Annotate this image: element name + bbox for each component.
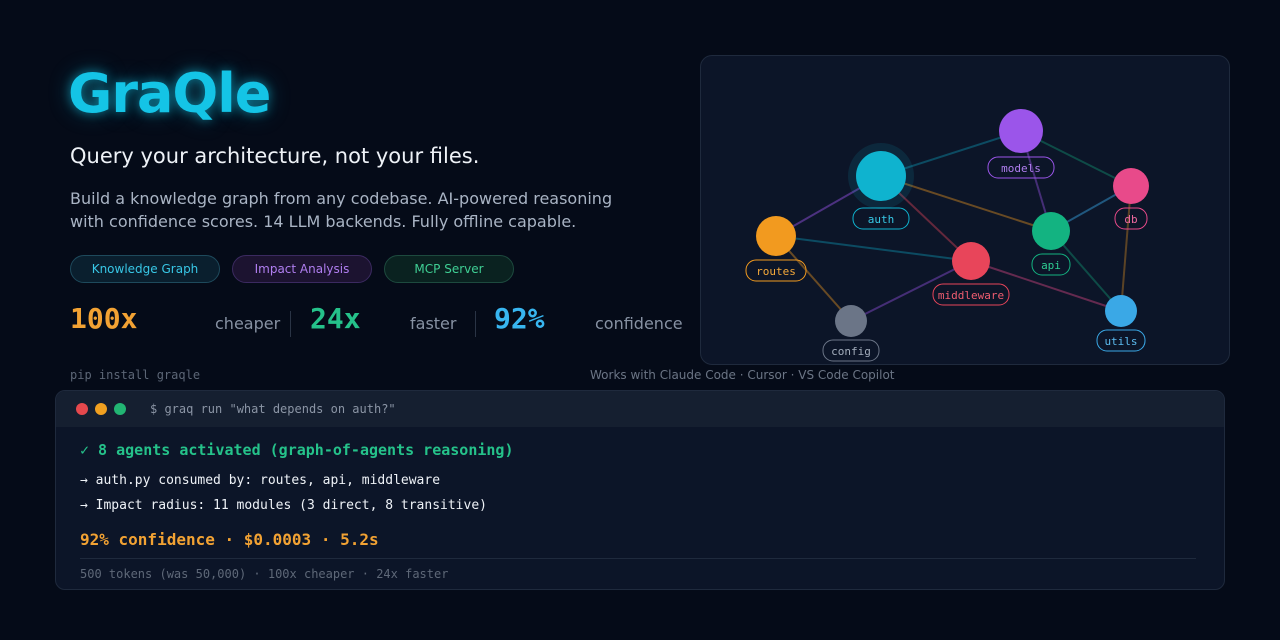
stat-cheaper-label: cheaper	[215, 314, 281, 333]
node-middleware-label: middleware	[938, 289, 1004, 302]
terminal-footer: 500 tokens (was 50,000) · 100x cheaper ·…	[80, 567, 449, 581]
knowledge-graph: auth models db api routes middleware uti…	[745, 109, 1149, 362]
node-config-label: config	[831, 345, 871, 358]
node-routes-label: routes	[756, 265, 796, 278]
close-dot-icon[interactable]	[76, 403, 88, 415]
pill-knowledge-graph[interactable]: Knowledge Graph	[70, 255, 220, 283]
node-middleware[interactable]	[952, 242, 990, 280]
stat-cheaper-value: 100x	[70, 302, 138, 335]
stat-divider	[475, 311, 476, 337]
node-db-label: db	[1124, 213, 1137, 226]
node-models[interactable]	[999, 109, 1043, 153]
node-auth[interactable]	[856, 151, 906, 201]
node-routes[interactable]	[756, 216, 796, 256]
terminal-impact: → Impact radius: 11 modules (3 direct, 8…	[80, 498, 487, 513]
node-models-label: models	[1001, 162, 1041, 175]
stat-divider	[290, 311, 291, 337]
node-db[interactable]	[1113, 168, 1149, 204]
terminal-window: $ graq run "what depends on auth?" ✓ 8 a…	[55, 390, 1225, 590]
graph-panel: auth models db api routes middleware uti…	[700, 55, 1230, 365]
node-utils-label: utils	[1104, 335, 1137, 348]
maximize-dot-icon[interactable]	[114, 403, 126, 415]
tagline: Query your architecture, not your files.	[70, 144, 480, 168]
stat-confidence-label: confidence	[595, 314, 683, 333]
node-api[interactable]	[1032, 212, 1070, 250]
graqle-logo: GraQle	[68, 62, 271, 125]
stat-confidence-value: 92%	[494, 302, 545, 335]
node-config[interactable]	[835, 305, 867, 337]
terminal-command: $ graq run "what depends on auth?"	[150, 402, 396, 416]
pill-impact-analysis[interactable]: Impact Analysis	[232, 255, 372, 283]
install-command[interactable]: pip install graqle	[70, 368, 200, 382]
node-utils[interactable]	[1105, 295, 1137, 327]
stat-faster-value: 24x	[310, 302, 361, 335]
edge-db-utils	[1120, 185, 1132, 312]
minimize-dot-icon[interactable]	[95, 403, 107, 415]
terminal-title-bar: $ graq run "what depends on auth?"	[56, 391, 1224, 427]
pill-mcp-server[interactable]: MCP Server	[384, 255, 514, 283]
description: Build a knowledge graph from any codebas…	[70, 189, 613, 231]
stat-faster-label: faster	[410, 314, 457, 333]
terminal-consumers: → auth.py consumed by: routes, api, midd…	[80, 473, 441, 488]
terminal-summary: 92% confidence · $0.0003 · 5.2s	[80, 530, 379, 549]
node-api-label: api	[1041, 259, 1061, 272]
terminal-divider	[80, 558, 1196, 559]
edge-routes-middleware	[775, 235, 972, 262]
node-auth-label: auth	[868, 213, 895, 226]
terminal-status: ✓ 8 agents activated (graph-of-agents re…	[80, 441, 514, 459]
works-with: Works with Claude Code · Cursor · VS Cod…	[590, 368, 895, 382]
